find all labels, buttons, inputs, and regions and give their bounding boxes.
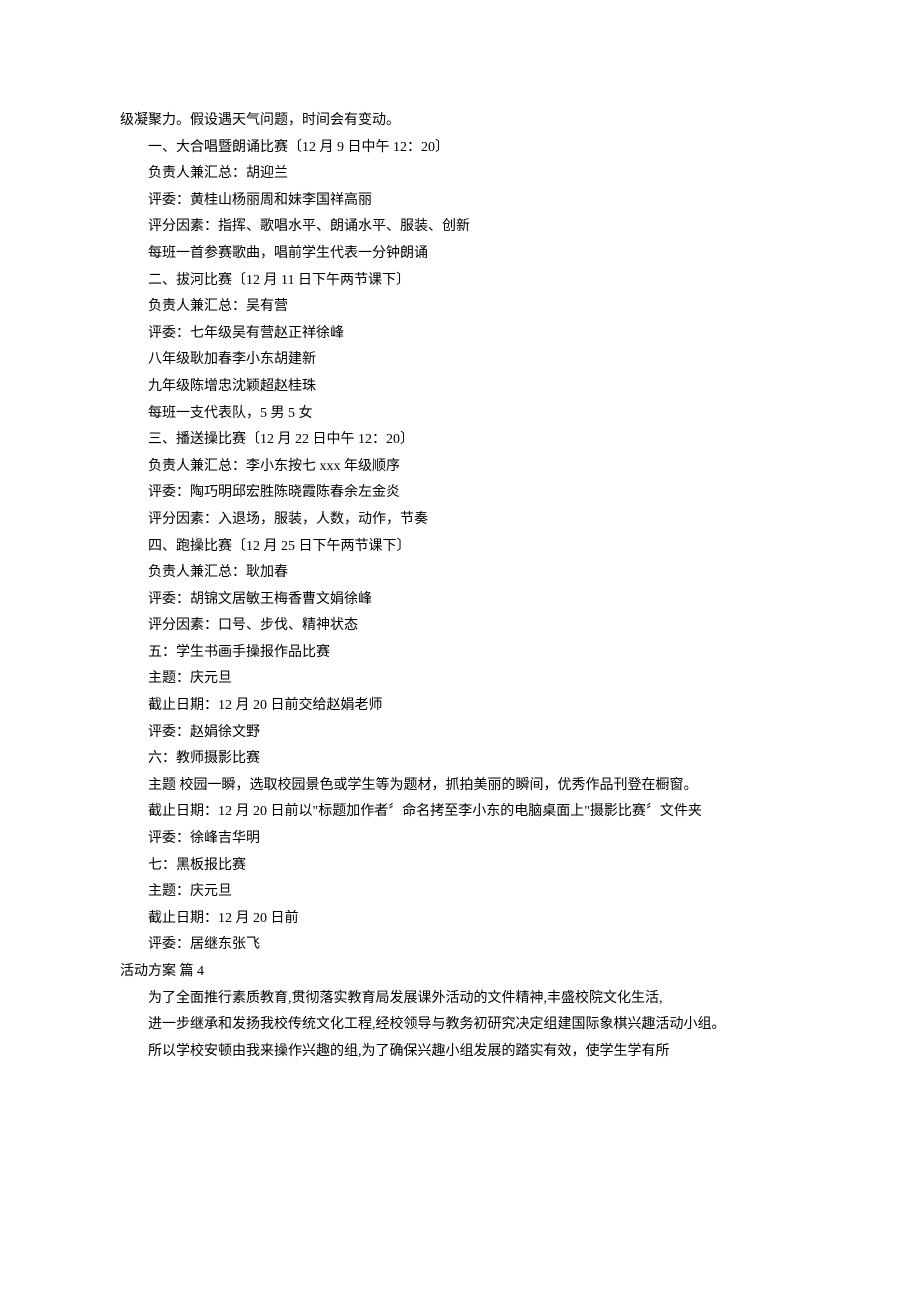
document-line: 六：教师摄影比赛 bbox=[120, 746, 800, 773]
document-line: 主题：庆元旦 bbox=[120, 879, 800, 906]
document-line: 一、大合唱暨朗诵比赛〔12 月 9 日中午 12：20〕 bbox=[120, 135, 800, 162]
document-line: 八年级耿加春李小东胡建新 bbox=[120, 347, 800, 374]
document-line: 级凝聚力。假设遇天气问题，时间会有变动。 bbox=[120, 108, 800, 135]
document-line: 评委：黄桂山杨丽周和妹李国祥高丽 bbox=[120, 188, 800, 215]
document-line: 评委：徐峰吉华明 bbox=[120, 826, 800, 853]
document-body: 级凝聚力。假设遇天气问题，时间会有变动。一、大合唱暨朗诵比赛〔12 月 9 日中… bbox=[120, 108, 800, 1065]
document-line: 为了全面推行素质教育,贯彻落实教育局发展课外活动的文件精神,丰盛校院文化生活, bbox=[120, 986, 800, 1013]
document-line: 负责人兼汇总：李小东按七 xxx 年级顺序 bbox=[120, 454, 800, 481]
document-line: 评委：赵娟徐文野 bbox=[120, 720, 800, 747]
document-line: 三、播送操比赛〔12 月 22 日中午 12：20〕 bbox=[120, 427, 800, 454]
document-line: 活动方案 篇 4 bbox=[120, 959, 800, 986]
document-line: 截止日期：12 月 20 日前以"标题加作者〞命名拷至李小东的电脑桌面上"摄影比… bbox=[120, 799, 800, 826]
document-line: 所以学校安顿由我来操作兴趣的组,为了确保兴趣小组发展的踏实有效，使学生学有所 bbox=[120, 1039, 800, 1066]
document-line: 评委：胡锦文居敏王梅香曹文娟徐峰 bbox=[120, 587, 800, 614]
document-line: 九年级陈增忠沈颖超赵桂珠 bbox=[120, 374, 800, 401]
document-line: 进一步继承和发扬我校传统文化工程,经校领导与教务初研究决定组建国际象棋兴趣活动小… bbox=[120, 1012, 800, 1039]
document-line: 主题：庆元旦 bbox=[120, 666, 800, 693]
document-line: 每班一首参赛歌曲，唱前学生代表一分钟朗诵 bbox=[120, 241, 800, 268]
document-line: 负责人兼汇总：胡迎兰 bbox=[120, 161, 800, 188]
document-line: 截止日期：12 月 20 日前交给赵娟老师 bbox=[120, 693, 800, 720]
document-line: 评分因素：指挥、歌唱水平、朗诵水平、服装、创新 bbox=[120, 214, 800, 241]
document-line: 二、拔河比赛〔12 月 11 日下午两节课下〕 bbox=[120, 268, 800, 295]
document-line: 四、跑操比赛〔12 月 25 日下午两节课下〕 bbox=[120, 534, 800, 561]
document-line: 负责人兼汇总：吴有营 bbox=[120, 294, 800, 321]
document-line: 每班一支代表队，5 男 5 女 bbox=[120, 401, 800, 428]
document-line: 七：黑板报比赛 bbox=[120, 853, 800, 880]
document-line: 评分因素：口号、步伐、精神状态 bbox=[120, 613, 800, 640]
document-line: 截止日期：12 月 20 日前 bbox=[120, 906, 800, 933]
document-line: 评委：陶巧明邱宏胜陈晓霞陈春余左金炎 bbox=[120, 480, 800, 507]
document-line: 评委：七年级吴有营赵正祥徐峰 bbox=[120, 321, 800, 348]
document-line: 评委：居继东张飞 bbox=[120, 932, 800, 959]
document-line: 五：学生书画手操报作品比赛 bbox=[120, 640, 800, 667]
document-line: 负责人兼汇总：耿加春 bbox=[120, 560, 800, 587]
document-line: 主题 校园一瞬，选取校园景色或学生等为题材，抓拍美丽的瞬间，优秀作品刊登在橱窗。 bbox=[120, 773, 800, 800]
document-line: 评分因素：入退场，服装，人数，动作，节奏 bbox=[120, 507, 800, 534]
